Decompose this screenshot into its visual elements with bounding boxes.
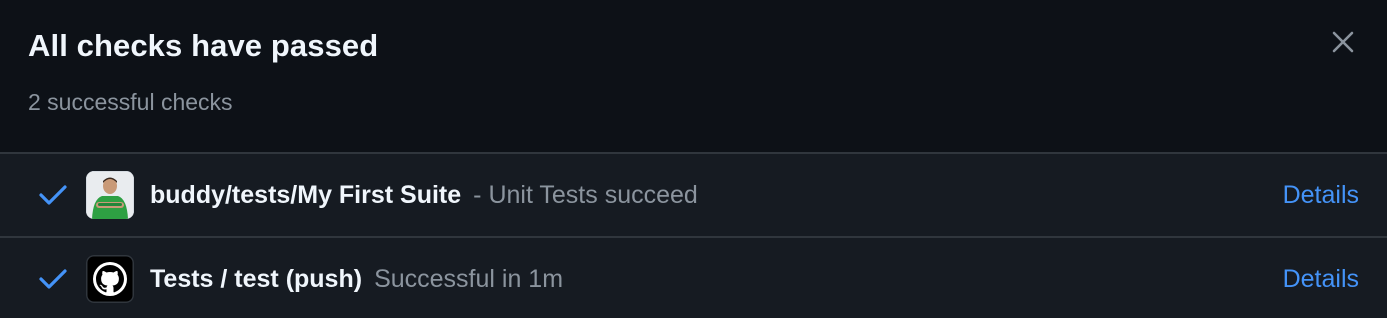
buddy-avatar bbox=[86, 171, 134, 219]
check-name: buddy/tests/My First Suite bbox=[150, 181, 462, 209]
checks-panel: All checks have passed 2 successful chec… bbox=[0, 0, 1387, 318]
details-link[interactable]: Details bbox=[1283, 178, 1359, 212]
check-list: buddy/tests/My First Suite - Unit Tests … bbox=[0, 154, 1387, 318]
check-icon bbox=[38, 264, 68, 294]
close-button[interactable] bbox=[1327, 26, 1359, 58]
checks-summary: 2 successful checks bbox=[28, 89, 233, 115]
check-description: - Unit Tests succeed bbox=[473, 181, 698, 209]
check-label: buddy/tests/My First Suite - Unit Tests … bbox=[150, 178, 698, 212]
check-name: Tests / test (push) bbox=[150, 265, 363, 293]
check-icon bbox=[38, 180, 68, 210]
check-row: Tests / test (push) Successful in 1m Det… bbox=[0, 236, 1387, 318]
checks-header: All checks have passed 2 successful chec… bbox=[0, 0, 1387, 152]
github-logo-icon bbox=[86, 255, 134, 303]
checks-title: All checks have passed bbox=[28, 28, 379, 63]
check-row: buddy/tests/My First Suite - Unit Tests … bbox=[0, 154, 1387, 236]
details-link[interactable]: Details bbox=[1283, 262, 1359, 296]
check-label: Tests / test (push) Successful in 1m bbox=[150, 262, 563, 296]
close-icon bbox=[1332, 31, 1354, 53]
check-description: Successful in 1m bbox=[374, 265, 564, 293]
